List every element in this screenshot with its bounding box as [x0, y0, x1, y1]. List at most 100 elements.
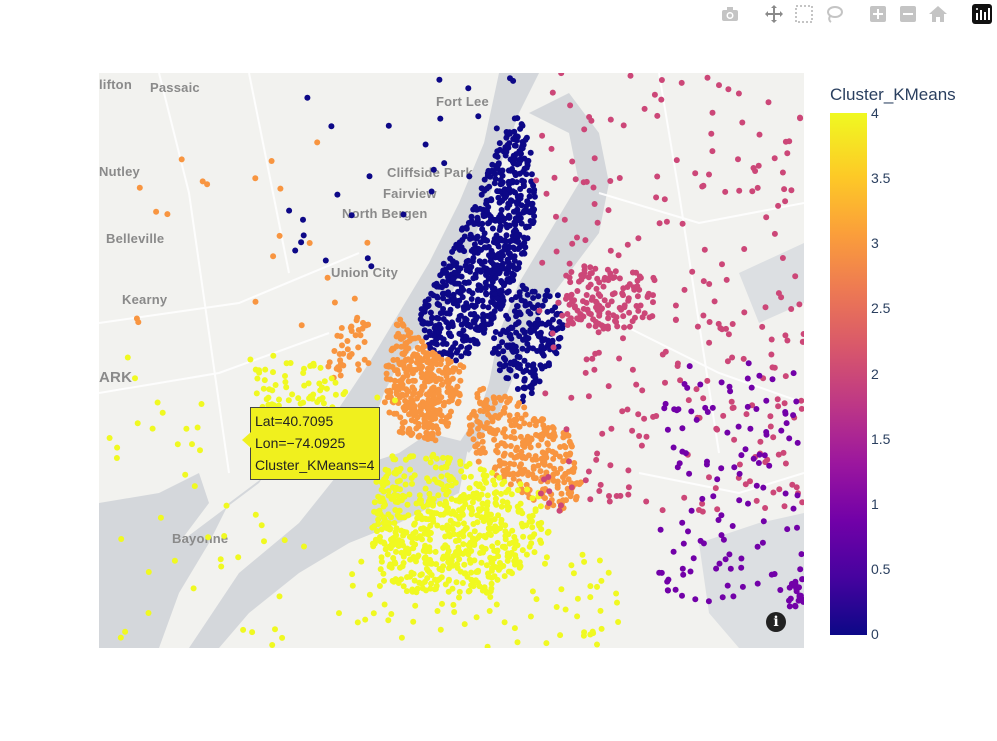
cluster-0-point[interactable]	[420, 320, 427, 327]
cluster-4-point[interactable]	[369, 540, 376, 547]
cluster-4-point[interactable]	[282, 373, 288, 379]
cluster-4-point[interactable]	[366, 591, 373, 598]
cluster-4-point[interactable]	[404, 501, 411, 508]
cluster-1-point[interactable]	[656, 569, 663, 576]
cluster-0-point[interactable]	[468, 213, 475, 220]
cluster-0-point[interactable]	[492, 274, 499, 281]
cluster-0-point[interactable]	[525, 308, 532, 315]
cluster-0-point[interactable]	[516, 170, 523, 177]
cluster-4-point[interactable]	[615, 619, 622, 625]
cluster-0-point[interactable]	[366, 173, 373, 180]
cluster-3-point[interactable]	[135, 319, 142, 326]
cluster-2-point[interactable]	[786, 138, 793, 145]
cluster-3-point[interactable]	[527, 444, 534, 451]
cluster-4-point[interactable]	[442, 498, 449, 505]
cluster-0-point[interactable]	[506, 140, 513, 147]
cluster-2-point[interactable]	[594, 219, 601, 226]
cluster-3-point[interactable]	[573, 496, 579, 503]
cluster-4-point[interactable]	[477, 550, 484, 556]
cluster-4-point[interactable]	[505, 506, 512, 513]
cluster-0-point[interactable]	[511, 253, 518, 260]
cluster-2-point[interactable]	[708, 130, 715, 137]
cluster-0-point[interactable]	[450, 276, 457, 283]
cluster-4-point[interactable]	[402, 456, 409, 463]
cluster-4-point[interactable]	[411, 520, 418, 527]
cluster-2-point[interactable]	[572, 176, 579, 183]
cluster-4-point[interactable]	[429, 453, 436, 460]
cluster-0-point[interactable]	[527, 149, 534, 156]
cluster-4-point[interactable]	[247, 356, 254, 363]
cluster-3-point[interactable]	[550, 425, 557, 432]
cluster-4-point[interactable]	[412, 541, 419, 548]
cluster-2-point[interactable]	[582, 237, 589, 244]
cluster-1-point[interactable]	[769, 376, 776, 383]
cluster-2-point[interactable]	[774, 396, 781, 403]
cluster-0-point[interactable]	[480, 235, 487, 242]
cluster-1-point[interactable]	[794, 439, 801, 446]
cluster-3-point[interactable]	[408, 417, 415, 424]
cluster-4-point[interactable]	[498, 503, 505, 510]
cluster-2-point[interactable]	[599, 305, 605, 312]
cluster-2-point[interactable]	[650, 299, 656, 306]
cluster-4-point[interactable]	[182, 471, 189, 478]
cluster-3-point[interactable]	[493, 447, 500, 454]
cluster-1-point[interactable]	[796, 584, 802, 591]
cluster-4-point[interactable]	[249, 629, 256, 636]
cluster-3-point[interactable]	[400, 362, 407, 369]
cluster-2-point[interactable]	[798, 405, 804, 412]
cluster-4-point[interactable]	[458, 468, 465, 475]
cluster-4-point[interactable]	[276, 396, 282, 403]
cluster-2-point[interactable]	[539, 132, 546, 139]
cluster-2-point[interactable]	[606, 498, 613, 505]
cluster-0-point[interactable]	[511, 265, 518, 271]
cluster-3-point[interactable]	[473, 449, 480, 456]
cluster-3-point[interactable]	[364, 239, 371, 246]
cluster-2-point[interactable]	[779, 255, 786, 261]
cluster-3-point[interactable]	[520, 442, 526, 449]
cluster-3-point[interactable]	[487, 428, 493, 435]
cluster-3-point[interactable]	[507, 481, 514, 488]
cluster-1-point[interactable]	[778, 427, 785, 434]
cluster-4-point[interactable]	[397, 465, 404, 472]
cluster-2-point[interactable]	[752, 168, 759, 174]
cluster-3-point[interactable]	[355, 366, 362, 373]
cluster-0-point[interactable]	[468, 263, 475, 270]
cluster-2-point[interactable]	[553, 213, 559, 220]
cluster-4-point[interactable]	[491, 490, 498, 497]
cluster-0-point[interactable]	[514, 217, 521, 224]
cluster-3-point[interactable]	[470, 436, 477, 443]
cluster-4-point[interactable]	[587, 583, 594, 590]
cluster-3-point[interactable]	[554, 478, 561, 485]
cluster-1-point[interactable]	[679, 565, 686, 572]
cluster-2-point[interactable]	[636, 433, 643, 439]
cluster-0-point[interactable]	[400, 211, 407, 218]
cluster-3-point[interactable]	[525, 452, 532, 459]
cluster-0-point[interactable]	[519, 282, 526, 289]
cluster-4-point[interactable]	[526, 518, 533, 525]
cluster-4-point[interactable]	[562, 606, 569, 613]
cluster-2-point[interactable]	[568, 394, 575, 401]
cluster-4-point[interactable]	[377, 495, 384, 502]
cluster-3-point[interactable]	[398, 335, 405, 342]
cluster-0-point[interactable]	[437, 325, 444, 332]
cluster-1-point[interactable]	[718, 465, 725, 472]
cluster-1-point[interactable]	[713, 565, 720, 572]
cluster-3-point[interactable]	[535, 442, 542, 449]
cluster-4-point[interactable]	[431, 476, 438, 483]
cluster-2-point[interactable]	[586, 310, 593, 317]
cluster-0-point[interactable]	[485, 304, 492, 311]
cluster-4-point[interactable]	[198, 401, 205, 407]
cluster-4-point[interactable]	[260, 385, 267, 392]
cluster-4-point[interactable]	[449, 585, 456, 592]
cluster-0-point[interactable]	[514, 239, 521, 245]
cluster-3-point[interactable]	[270, 253, 277, 260]
cluster-3-point[interactable]	[414, 395, 420, 402]
cluster-2-point[interactable]	[629, 269, 636, 276]
cluster-0-point[interactable]	[522, 136, 529, 143]
cluster-2-point[interactable]	[595, 329, 602, 336]
cluster-3-point[interactable]	[337, 360, 344, 367]
cluster-2-point[interactable]	[678, 79, 685, 86]
cluster-3-point[interactable]	[469, 411, 476, 418]
cluster-2-point[interactable]	[704, 377, 711, 384]
cluster-2-point[interactable]	[740, 355, 747, 362]
